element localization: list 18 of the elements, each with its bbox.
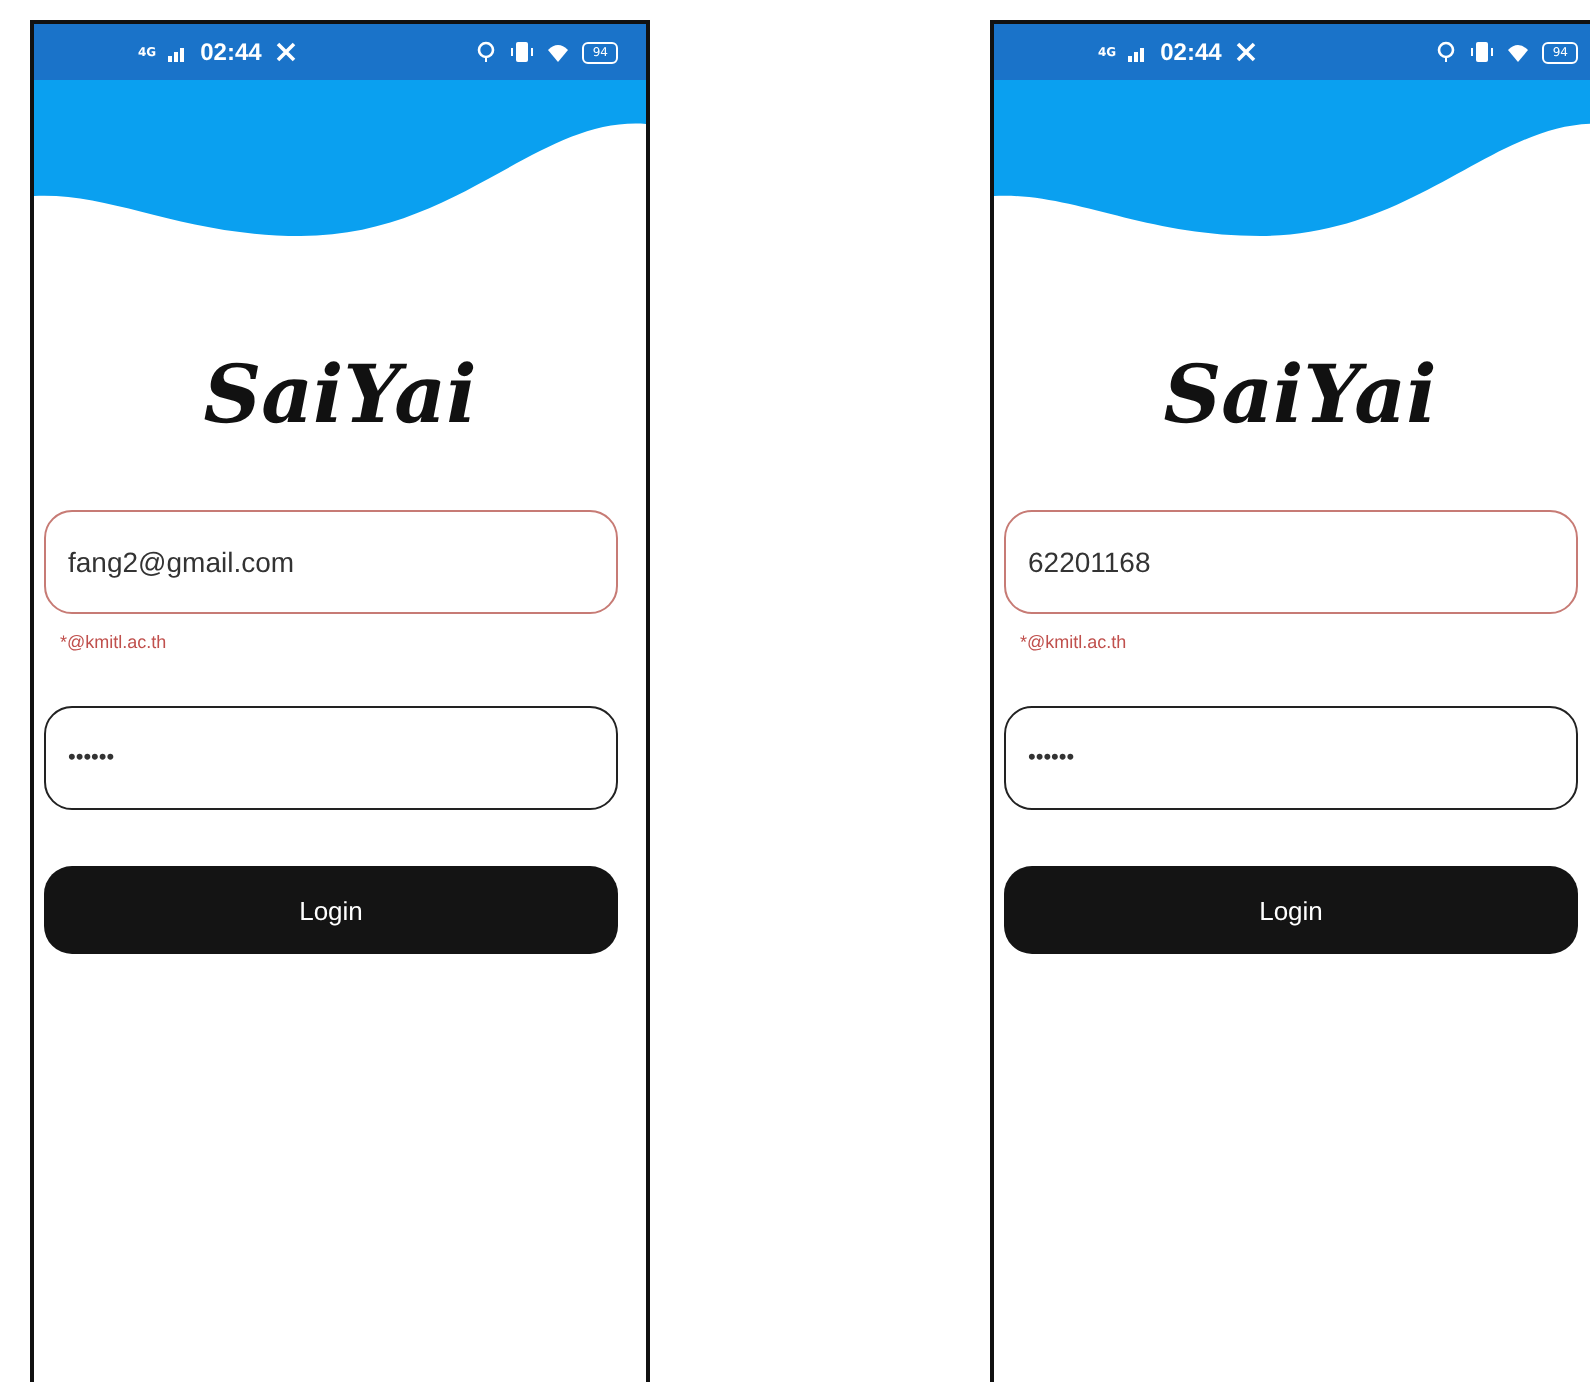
password-field[interactable]: •••••• xyxy=(44,706,618,810)
login-button[interactable]: Login xyxy=(44,866,618,954)
validation-hint: *@kmitl.ac.th xyxy=(60,632,169,656)
vibrate-icon xyxy=(510,40,535,64)
app-logo: SaiYai xyxy=(201,356,479,436)
username-field[interactable]: fang2@gmail.com xyxy=(44,510,618,614)
validation-hint: *@kmitl.ac.th xyxy=(1020,632,1129,656)
username-field[interactable]: 62201168 xyxy=(1004,510,1578,614)
status-time: 02:44 xyxy=(1160,38,1222,66)
wifi-icon xyxy=(546,40,571,64)
login-button[interactable]: Login xyxy=(1004,866,1578,954)
wifi-icon xyxy=(1506,40,1531,64)
location-icon xyxy=(474,40,499,64)
app-logo: SaiYai xyxy=(1161,356,1439,436)
status-time: 02:44 xyxy=(200,38,262,66)
location-icon xyxy=(1434,40,1459,64)
vibrate-icon xyxy=(1470,40,1495,64)
password-field[interactable]: •••••• xyxy=(1004,706,1578,810)
